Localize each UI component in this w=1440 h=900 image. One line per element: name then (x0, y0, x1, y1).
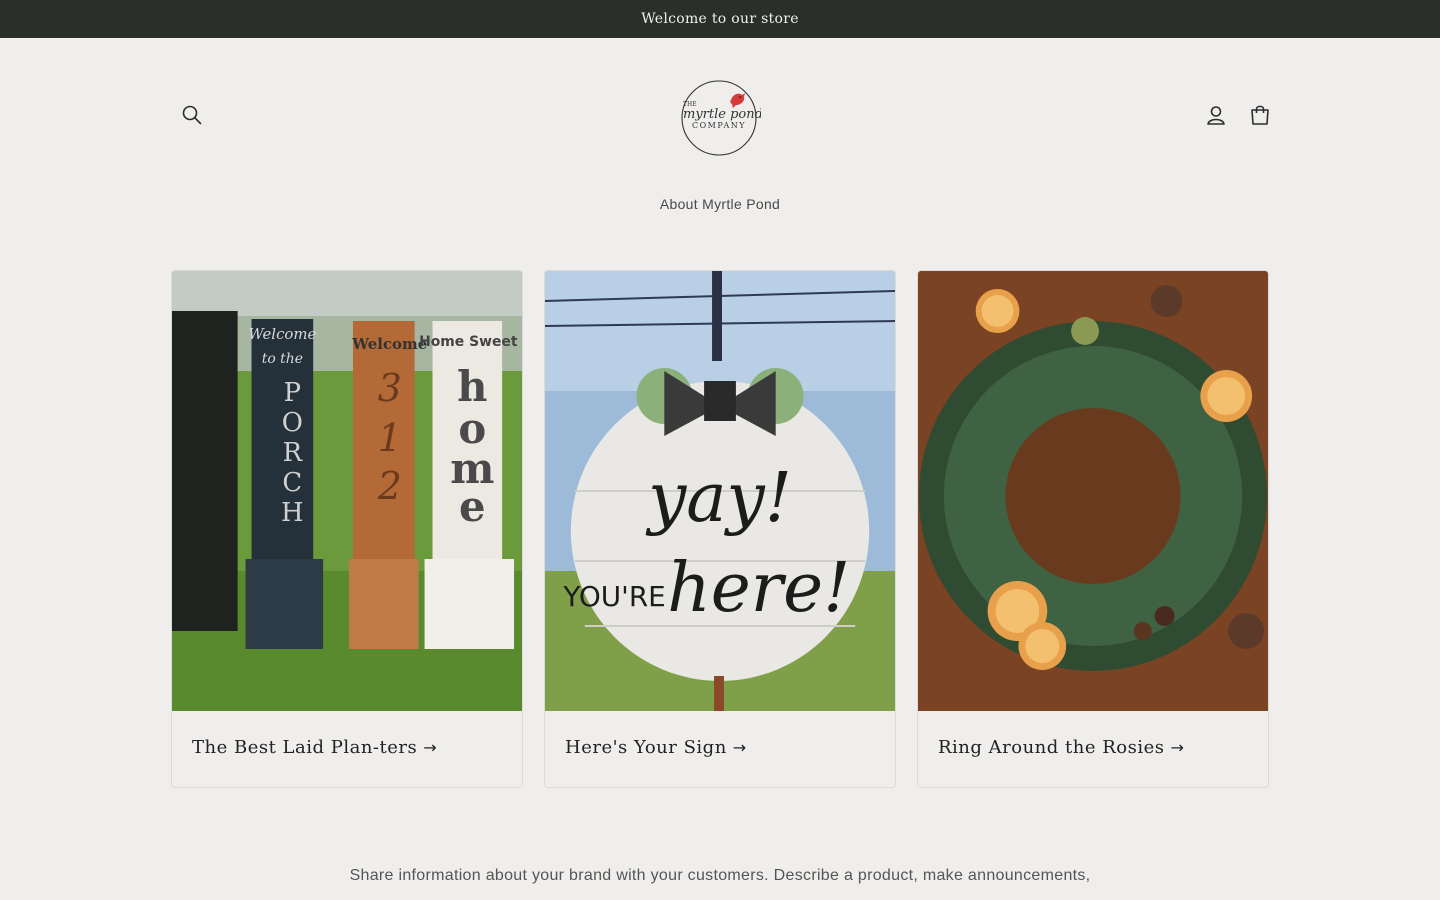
account-icon (1207, 106, 1225, 125)
logo-script-text: myrtle pond (683, 107, 761, 122)
porch-letter-c: C (282, 468, 302, 498)
porch-letter-r: R (283, 438, 304, 468)
porch-letter-h: H (281, 498, 304, 528)
number-digit-1: 1 (378, 416, 402, 460)
cart-button[interactable] (1244, 99, 1276, 131)
collection-grid: Welcome to the P O R C H Welcome 3 1 2 H… (171, 270, 1270, 788)
arrow-right-icon: → (1170, 738, 1185, 757)
wreaths-image (918, 271, 1268, 711)
collection-title-wreaths[interactable]: Ring Around the Rosies → (918, 711, 1268, 784)
collection-title-signs[interactable]: Here's Your Sign → (545, 711, 895, 784)
number-digit-2: 2 (377, 464, 402, 508)
arrow-right-icon: → (423, 738, 438, 757)
collection-title-text: The Best Laid Plan-ters (192, 737, 418, 758)
collection-card-signs[interactable]: yay! YOU'RE here! Here's Your Sign → (544, 270, 896, 788)
collection-card-wreaths[interactable]: Ring Around the Rosies → (917, 270, 1269, 788)
round-sign-here: here! (667, 548, 850, 627)
search-icon (182, 105, 202, 125)
site-header: THE myrtle pond COMPANY About Myrtle Pon… (0, 38, 1440, 212)
signs-image: yay! YOU'RE here! (545, 271, 895, 711)
number-sign-top: Welcome (351, 335, 427, 353)
porch-letter-o: O (282, 408, 303, 438)
announcement-bar: Welcome to our store (0, 0, 1440, 38)
collection-title-text: Here's Your Sign (565, 737, 727, 758)
planters-image: Welcome to the P O R C H Welcome 3 1 2 H… (172, 271, 522, 711)
store-logo[interactable]: THE myrtle pond COMPANY (677, 76, 761, 156)
round-sign-yay: yay! (645, 458, 792, 537)
brand-description: Share information about your brand with … (349, 867, 1091, 884)
collection-title-text: Ring Around the Rosies (938, 737, 1165, 758)
announcement-text: Welcome to our store (641, 11, 799, 27)
porch-letter-p: P (284, 378, 301, 408)
porch-sign-top: Welcome (248, 325, 316, 343)
home-sign-top: Home Sweet (419, 334, 518, 350)
account-button[interactable] (1200, 99, 1232, 131)
main-nav: About Myrtle Pond (0, 194, 1440, 213)
home-letter-e: e (459, 482, 486, 531)
porch-sign-mid: to the (262, 351, 303, 367)
arrow-right-icon: → (732, 738, 747, 757)
nav-item-about[interactable]: About Myrtle Pond (660, 196, 780, 212)
collection-title-planters[interactable]: The Best Laid Plan-ters → (172, 711, 522, 784)
number-digit-3: 3 (378, 366, 402, 410)
search-button[interactable] (176, 99, 208, 131)
cart-icon (1251, 105, 1269, 125)
logo-bottom-text: COMPANY (692, 121, 746, 130)
collection-card-planters[interactable]: Welcome to the P O R C H Welcome 3 1 2 H… (171, 270, 523, 788)
round-sign-youre: YOU'RE (562, 580, 665, 613)
